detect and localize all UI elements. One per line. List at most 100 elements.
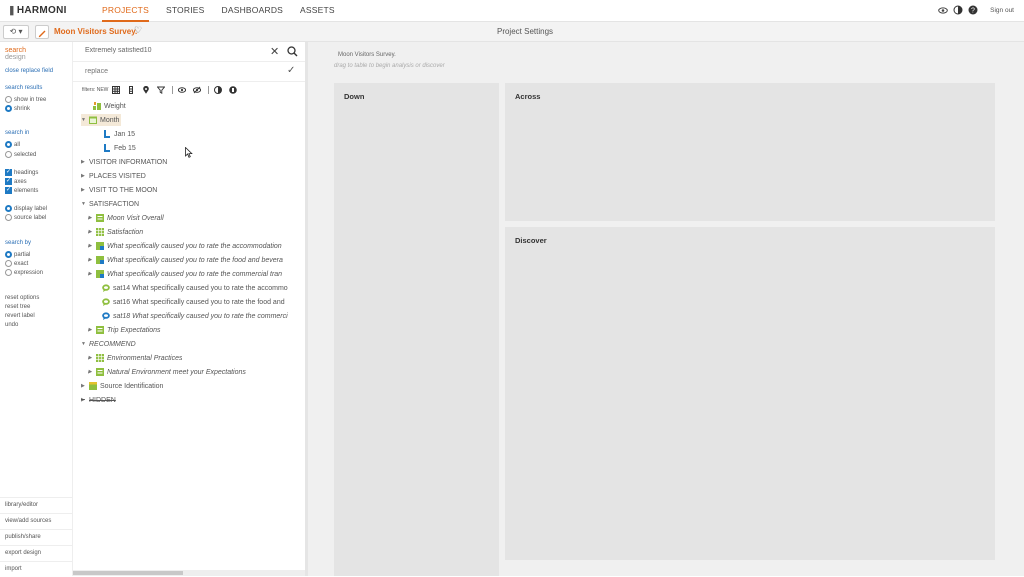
collapsed-arrow-icon[interactable]: ▶ (88, 327, 96, 333)
search-row: ✕ (73, 42, 305, 62)
column-filter-icon[interactable] (127, 86, 135, 94)
tree-label: What specifically caused you to rate the… (107, 256, 283, 264)
search-icon[interactable] (287, 46, 298, 57)
replace-input[interactable] (85, 68, 265, 75)
publish-share-link[interactable]: publish/share (0, 529, 73, 545)
checkbox-axes[interactable]: ✓ axes (5, 178, 27, 185)
radio-label: selected (14, 151, 37, 158)
nav-dashboards[interactable]: DASHBOARDS (222, 0, 284, 22)
expanded-arrow-icon[interactable]: ▼ (81, 341, 89, 347)
collapsed-arrow-icon[interactable]: ▶ (81, 397, 89, 403)
collapsed-arrow-icon[interactable]: ▶ (88, 257, 96, 263)
tree-label: Trip Expectations (107, 326, 161, 334)
collapsed-arrow-icon[interactable]: ▶ (81, 173, 89, 179)
radio-exact[interactable]: exact (5, 260, 28, 267)
tree-item-moon-visit-overall[interactable]: ▶ Moon Visit Overall (88, 212, 164, 224)
collapsed-arrow-icon[interactable]: ▶ (88, 215, 96, 221)
discover-drop-zone[interactable]: Discover (505, 227, 995, 560)
eye-icon[interactable] (938, 5, 948, 15)
export-design-link[interactable]: export design (0, 545, 73, 561)
tree-item-commercial-question[interactable]: ▶ What specifically caused you to rate t… (88, 268, 303, 280)
tree-folder-recommend[interactable]: ▼ RECOMMEND (81, 338, 136, 350)
radio-show-in-tree[interactable]: show in tree (5, 96, 46, 103)
revert-label-link[interactable]: revert label (5, 313, 35, 319)
toggle-all-icon[interactable] (214, 86, 223, 94)
text-variable-icon (102, 312, 110, 320)
down-drop-zone[interactable]: Down (334, 83, 499, 576)
invert-selection-icon[interactable] (229, 86, 238, 94)
tree-item-accommodation-question[interactable]: ▶ What specifically caused you to rate t… (88, 240, 303, 252)
collapsed-arrow-icon[interactable]: ▶ (88, 355, 96, 361)
tree-item-trip-expectations[interactable]: ▶ Trip Expectations (88, 324, 161, 336)
tree-item-satisfaction[interactable]: ▶ Satisfaction (88, 226, 143, 238)
filter-toggle-icon[interactable] (157, 86, 166, 94)
radio-display-label[interactable]: display label (5, 205, 47, 212)
across-drop-zone[interactable]: Across (505, 83, 995, 221)
collapsed-arrow-icon[interactable]: ▶ (88, 271, 96, 277)
checkbox-elements[interactable]: ✓ elements (5, 187, 38, 194)
tree-item-feb-15[interactable]: Feb 15 (103, 142, 136, 154)
collapsed-arrow-icon[interactable]: ▶ (88, 229, 96, 235)
tree-item-sat14[interactable]: sat14 What specifically caused you to ra… (102, 282, 303, 294)
radio-selected[interactable]: selected (5, 151, 36, 158)
grid-filter-icon[interactable] (112, 86, 121, 94)
expanded-arrow-icon[interactable]: ▼ (81, 201, 89, 207)
radio-partial[interactable]: partial (5, 251, 30, 258)
sign-out-link[interactable]: Sign out (990, 7, 1014, 14)
reset-tree-link[interactable]: reset tree (5, 304, 30, 310)
radio-label: expression (14, 269, 44, 276)
view-add-sources-link[interactable]: view/add sources (0, 513, 73, 529)
horizontal-scrollbar[interactable] (73, 570, 305, 576)
harmoni-logo[interactable]: ❚HARMONI (8, 5, 67, 16)
tree-folder-places-visited[interactable]: ▶ PLACES VISITED (81, 170, 146, 182)
collapsed-arrow-icon[interactable]: ▶ (81, 187, 89, 193)
calendar-variable-icon (89, 116, 97, 124)
tree-folder-visitor-information[interactable]: ▶ VISITOR INFORMATION (81, 156, 167, 168)
apply-replace-check-icon[interactable]: ✓ (287, 65, 295, 76)
tab-search[interactable]: search (5, 47, 26, 54)
visible-filter-icon[interactable] (178, 86, 187, 94)
drag-hint: drag to table to begin analysis or disco… (334, 63, 445, 69)
tree-folder-visit-to-the-moon[interactable]: ▶ VISIT TO THE MOON (81, 184, 157, 196)
tree-item-food-question[interactable]: ▶ What specifically caused you to rate t… (88, 254, 303, 266)
collapsed-arrow-icon[interactable]: ▶ (88, 243, 96, 249)
radio-shrink[interactable]: shrink (5, 105, 30, 112)
collapsed-arrow-icon[interactable]: ▶ (88, 369, 96, 375)
nav-stories[interactable]: STORIES (166, 0, 205, 22)
library-editor-link[interactable]: library/editor (0, 497, 73, 513)
tree-item-sat18[interactable]: sat18 What specifically caused you to ra… (102, 310, 303, 322)
radio-all[interactable]: all (5, 141, 20, 148)
tree-item-weight[interactable]: Weight (93, 100, 126, 112)
radio-label: all (14, 141, 21, 148)
close-replace-field-link[interactable]: close replace field (5, 68, 53, 74)
tree-item-jan-15[interactable]: Jan 15 (103, 128, 135, 140)
search-input[interactable] (85, 47, 265, 54)
reset-options-link[interactable]: reset options (5, 295, 39, 301)
help-icon[interactable]: ? (968, 5, 978, 15)
tree-folder-satisfaction[interactable]: ▼ SATISFACTION (81, 198, 139, 210)
search-in-heading: search in (5, 130, 30, 136)
tree-folder-hidden[interactable]: ▶ HIDDEN (81, 394, 116, 406)
tree-item-month[interactable]: ▼ Month (81, 114, 122, 126)
contrast-icon[interactable] (953, 5, 963, 15)
checkbox-headings[interactable]: ✓ headings (5, 169, 38, 176)
tree-item-environmental-practices[interactable]: ▶ Environmental Practices (88, 352, 182, 364)
import-link[interactable]: import (0, 561, 73, 577)
tree-label: Environmental Practices (107, 354, 183, 362)
nav-assets[interactable]: ASSETS (300, 0, 335, 22)
tree-item-sat16[interactable]: sat16 What specifically caused you to ra… (102, 296, 303, 308)
tree-item-source-identification[interactable]: ▶ Source Identification (81, 380, 163, 392)
undo-link[interactable]: undo (5, 322, 18, 328)
expanded-arrow-icon[interactable]: ▼ (81, 117, 89, 123)
tab-design[interactable]: design (5, 54, 26, 61)
scrollbar-thumb[interactable] (73, 571, 183, 575)
clear-search-icon[interactable]: ✕ (270, 45, 279, 58)
location-filter-icon[interactable] (142, 86, 150, 94)
nav-projects[interactable]: PROJECTS (102, 0, 149, 22)
hidden-filter-icon[interactable] (193, 86, 202, 94)
radio-expression[interactable]: expression (5, 269, 43, 276)
collapsed-arrow-icon[interactable]: ▶ (81, 383, 89, 389)
collapsed-arrow-icon[interactable]: ▶ (81, 159, 89, 165)
tree-item-natural-environment[interactable]: ▶ Natural Environment meet your Expectat… (88, 366, 246, 378)
radio-source-label[interactable]: source label (5, 214, 46, 221)
